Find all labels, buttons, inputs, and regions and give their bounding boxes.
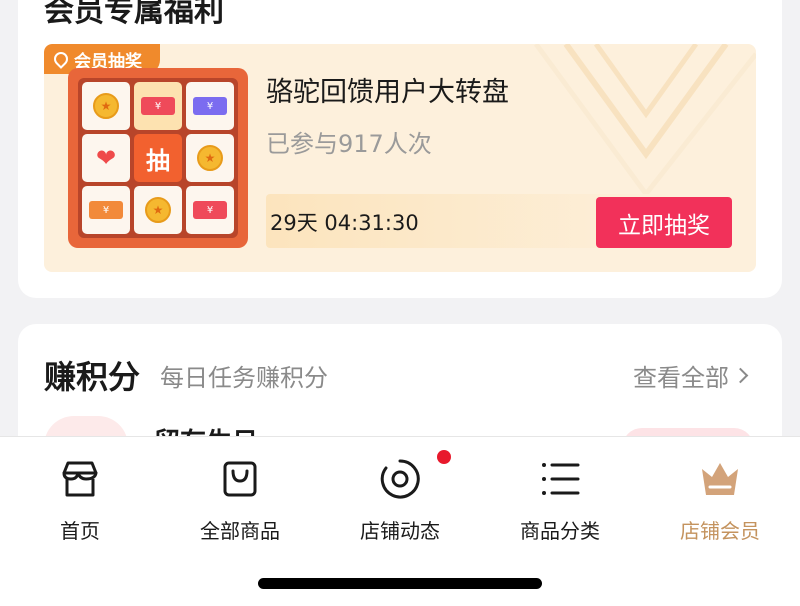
draw-center-button[interactable]: 抽 bbox=[134, 134, 182, 182]
coin-icon: ★ bbox=[93, 93, 119, 119]
chevron-right-icon bbox=[732, 367, 749, 384]
prize-cell: ★ bbox=[82, 82, 130, 130]
list-icon bbox=[536, 455, 584, 503]
shopping-bag-icon bbox=[216, 455, 264, 503]
prize-cell: ¥ bbox=[186, 186, 234, 234]
camera-lens-icon bbox=[376, 455, 424, 503]
tab-categories[interactable]: 商品分类 bbox=[480, 455, 640, 544]
coupon-icon: ¥ bbox=[141, 97, 175, 115]
coupon-icon: ¥ bbox=[89, 201, 123, 219]
tab-store-updates[interactable]: 店铺动态 bbox=[320, 455, 480, 544]
location-pin-icon bbox=[51, 49, 71, 69]
coin-icon: ★ bbox=[197, 145, 223, 171]
countdown-timer: 29天 04:31:30 bbox=[270, 211, 419, 235]
crown-icon bbox=[696, 455, 744, 503]
lottery-grid: ★ ¥ ¥ ❤ 抽 ★ ¥ ★ ¥ bbox=[68, 68, 248, 248]
tab-label: 店铺动态 bbox=[360, 519, 440, 543]
lottery-participants: 已参与917人次 bbox=[266, 130, 432, 158]
storefront-icon bbox=[56, 455, 104, 503]
prize-cell: ★ bbox=[186, 134, 234, 182]
prize-cell: ❤ bbox=[82, 134, 130, 182]
tab-label: 商品分类 bbox=[520, 519, 600, 543]
lottery-banner[interactable]: 会员抽奖 ★ ¥ ¥ ❤ 抽 ★ ¥ ★ ¥ 骆驼回馈用户大转盘 已参与917人… bbox=[44, 44, 756, 272]
view-all-link[interactable]: 查看全部 bbox=[633, 358, 749, 393]
notification-dot bbox=[437, 450, 451, 464]
section-title: 会员专属福利 bbox=[44, 0, 224, 29]
prize-cell: ¥ bbox=[82, 186, 130, 234]
heart-icon: ❤ bbox=[95, 144, 117, 172]
home-indicator[interactable] bbox=[258, 578, 542, 589]
lottery-title: 骆驼回馈用户大转盘 bbox=[266, 77, 509, 108]
prize-cell: ★ bbox=[134, 186, 182, 234]
coupon-icon: ¥ bbox=[193, 97, 227, 115]
coupon-icon: ¥ bbox=[193, 201, 227, 219]
tab-label: 首页 bbox=[60, 519, 100, 543]
tab-store-membership[interactable]: 店铺会员 bbox=[640, 455, 800, 544]
view-all-label: 查看全部 bbox=[633, 364, 729, 392]
prize-cell: ¥ bbox=[134, 82, 182, 130]
coin-icon: ★ bbox=[145, 197, 171, 223]
tab-home[interactable]: 首页 bbox=[0, 455, 160, 544]
tab-all-products[interactable]: 全部商品 bbox=[160, 455, 320, 544]
earn-points-title: 赚积分 bbox=[44, 358, 141, 396]
prize-cell: ¥ bbox=[186, 82, 234, 130]
draw-now-button[interactable]: 立即抽奖 bbox=[596, 197, 732, 248]
earn-points-subtitle: 每日任务赚积分 bbox=[160, 364, 328, 392]
tab-label: 全部商品 bbox=[200, 519, 280, 543]
tab-label: 店铺会员 bbox=[680, 519, 760, 543]
